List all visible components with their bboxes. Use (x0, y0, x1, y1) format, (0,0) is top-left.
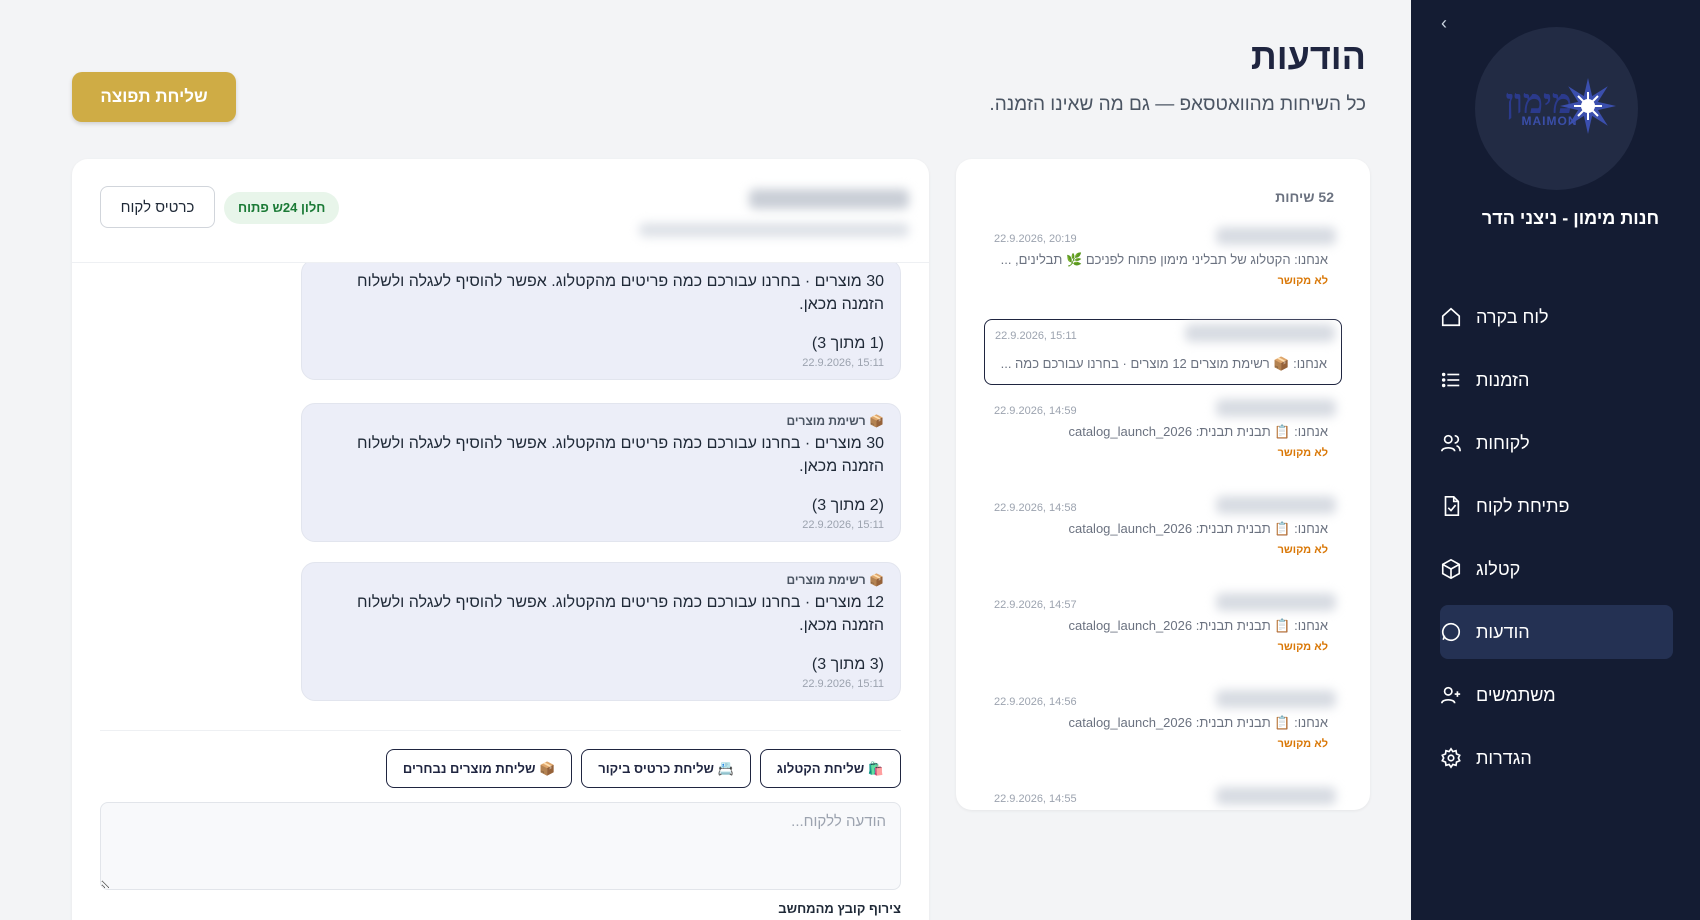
message-type-label: 📦 רשימת מוצרים (786, 573, 884, 587)
message-text: 30 מוצרים · בחרנו עבורכם כמה פריטים מהקט… (357, 435, 884, 475)
conversation-list: 52 שיחות 22.9.2026, 20:19 אנחנו: הקטלוג … (956, 159, 1370, 810)
conversation-preview: אנחנו: הקטלוג של תבליני מימון פתוח לפניכ… (1000, 252, 1328, 267)
unlinked-tag: לא מקושר (1277, 738, 1328, 750)
sidebar-item-orders[interactable]: הזמנות (1440, 353, 1673, 407)
send-selected-products-button[interactable]: 📦 שליחת מוצרים נבחרים (385, 749, 573, 788)
attach-file-link[interactable]: צירוף קובץ מהמחשב (778, 901, 901, 916)
gear-icon (1441, 747, 1461, 769)
conversation-preview: אנחנו: 📋 תבנית תבנית: catalog_launch_202… (1068, 424, 1328, 439)
unlinked-tag: לא מקושר (1277, 641, 1328, 653)
contact-name-redacted (1216, 496, 1336, 514)
message-input[interactable] (100, 802, 901, 890)
broadcast-button[interactable]: שליחת תפוצה (72, 72, 236, 122)
contact-name-redacted (1216, 787, 1336, 805)
chat-header: חלון 24ש פתוח כרטיס לקוח (72, 159, 929, 263)
sidebar-item-label: פתיחת לקוח (1476, 495, 1570, 516)
sidebar-item-label: לוח בקרה (1476, 306, 1549, 327)
sidebar-item-new-customer[interactable]: פתיחת לקוח (1440, 479, 1673, 533)
message-thread[interactable]: 30 מוצרים · בחרנו עבורכם כמה פריטים מהקט… (100, 263, 901, 725)
sidebar-item-label: הגדרות (1476, 747, 1532, 768)
sidebar-item-label: קטלוג (1476, 558, 1521, 579)
message-time: 22.9.2026, 15:11 (802, 678, 884, 690)
message-icon (1441, 622, 1461, 642)
contact-name-redacted (749, 189, 909, 209)
contact-name-redacted (1216, 399, 1336, 417)
conversation-item[interactable]: 22.9.2026, 14:55 (984, 783, 1342, 810)
sidebar-item-dashboard[interactable]: לוח בקרה (1440, 290, 1673, 344)
message-part-count: (3 מתוך 3) (811, 656, 884, 673)
message-bubble: 📦 רשימת מוצרים 30 מוצרים · בחרנו עבורכם … (301, 403, 901, 542)
conversation-preview: אנחנו: 📋 תבנית תבנית: catalog_launch_202… (1068, 715, 1328, 730)
home-icon (1441, 307, 1461, 327)
sidebar-item-label: לקוחות (1476, 432, 1530, 453)
message-text: 12 מוצרים · בחרנו עבורכם כמה פריטים מהקט… (357, 594, 884, 634)
user-plus-icon (1441, 686, 1461, 704)
message-text: 30 מוצרים · בחרנו עבורכם כמה פריטים מהקט… (357, 273, 884, 313)
conversation-item[interactable]: 22.9.2026, 14:56 אנחנו: 📋 תבנית תבנית: c… (984, 686, 1342, 752)
conversation-time: 22.9.2026, 20:19 (994, 233, 1077, 245)
send-catalog-button[interactable]: 🛍️ שליחת הקטלוג (759, 749, 901, 788)
conversation-item[interactable]: 22.9.2026, 14:58 אנחנו: 📋 תבנית תבנית: c… (984, 492, 1342, 558)
message-part-count: (1 מתוך 3) (811, 335, 884, 352)
divider (100, 730, 901, 731)
conversation-item[interactable]: 22.9.2026, 14:59 אנחנו: 📋 תבנית תבנית: c… (984, 395, 1342, 461)
send-business-card-button[interactable]: 📇 שליחת כרטיס ביקור (581, 749, 751, 788)
page-subtitle: כל השיחות מהוואטסאפ — גם מה שאינו הזמנה. (989, 94, 1366, 115)
file-check-icon (1444, 496, 1460, 516)
chevron-left-icon[interactable]: ‹ (1433, 12, 1455, 34)
quick-actions: 🛍️ שליחת הקטלוג 📇 שליחת כרטיס ביקור 📦 של… (385, 749, 901, 788)
star-icon (1559, 77, 1616, 134)
contact-name-redacted (1216, 593, 1336, 611)
contact-name-redacted (1216, 690, 1336, 708)
sidebar-item-customers[interactable]: לקוחות (1440, 416, 1673, 470)
shop-name: חנות מימון - ניצני הדר (1481, 208, 1660, 228)
message-part-count: (2 מתוך 3) (811, 497, 884, 514)
sidebar-item-catalog[interactable]: קטלוג (1440, 542, 1673, 596)
contact-name-redacted (1216, 227, 1336, 245)
sidebar-item-label: משתמשים (1476, 684, 1556, 705)
conversation-time: 22.9.2026, 14:57 (994, 599, 1077, 611)
conversation-count: 52 שיחות (1275, 189, 1334, 205)
conversation-time: 22.9.2026, 15:11 (995, 330, 1077, 342)
conversation-item[interactable]: 22.9.2026, 14:57 אנחנו: 📋 תבנית תבנית: c… (984, 589, 1342, 655)
sidebar-item-label: הזמנות (1476, 369, 1530, 390)
sidebar-item-users[interactable]: משתמשים (1440, 668, 1673, 722)
conversation-item-selected[interactable]: 22.9.2026, 15:11 אנחנו: 📦 רשימת מוצרים 1… (984, 319, 1342, 385)
conversation-item[interactable]: 22.9.2026, 20:19 אנחנו: הקטלוג של תבליני… (984, 223, 1342, 289)
conversation-preview: אנחנו: 📋 תבנית תבנית: catalog_launch_202… (1068, 618, 1328, 633)
logo: מימון MAIMON (1475, 27, 1638, 190)
sidebar: ‹ מימון MAIMON חנות מימון - ניצני הדר לו… (1411, 0, 1700, 920)
users-icon (1441, 434, 1461, 452)
unlinked-tag: לא מקושר (1277, 544, 1328, 556)
unlinked-tag: לא מקושר (1277, 275, 1328, 287)
conversation-preview: אנחנו: 📦 רשימת מוצרים 12 מוצרים · בחרנו … (1000, 356, 1327, 371)
list-icon (1441, 372, 1460, 388)
contact-details-redacted (639, 223, 909, 237)
message-bubble: 📦 רשימת מוצרים 12 מוצרים · בחרנו עבורכם … (301, 562, 901, 701)
conversation-time: 22.9.2026, 14:56 (994, 696, 1077, 708)
sidebar-item-messages[interactable]: הודעות (1440, 605, 1673, 659)
sidebar-item-label: הודעות (1476, 621, 1530, 642)
message-time: 22.9.2026, 15:11 (802, 357, 884, 369)
sidebar-item-settings[interactable]: הגדרות (1440, 731, 1673, 785)
conversation-time: 22.9.2026, 14:58 (994, 502, 1077, 514)
window-status-badge: חלון 24ש פתוח (224, 192, 340, 224)
message-time: 22.9.2026, 15:11 (802, 519, 884, 531)
customer-card-button[interactable]: כרטיס לקוח (100, 186, 215, 228)
conversation-time: 22.9.2026, 14:55 (994, 793, 1077, 805)
contact-name-redacted (1185, 324, 1335, 342)
message-type-label: 📦 רשימת מוצרים (786, 414, 884, 428)
unlinked-tag: לא מקושר (1277, 447, 1328, 459)
sidebar-nav: לוח בקרה הזמנות לקוחות פתיחת לקוח קטלוג … (1440, 290, 1673, 794)
box-icon (1441, 558, 1461, 580)
page-title: הודעות (1250, 36, 1366, 77)
conversation-preview: אנחנו: 📋 תבנית תבנית: catalog_launch_202… (1068, 521, 1328, 536)
chat-panel: חלון 24ש פתוח כרטיס לקוח 30 מוצרים · בחר… (72, 159, 929, 920)
conversation-time: 22.9.2026, 14:59 (994, 405, 1077, 417)
message-bubble: 30 מוצרים · בחרנו עבורכם כמה פריטים מהקט… (301, 263, 901, 380)
